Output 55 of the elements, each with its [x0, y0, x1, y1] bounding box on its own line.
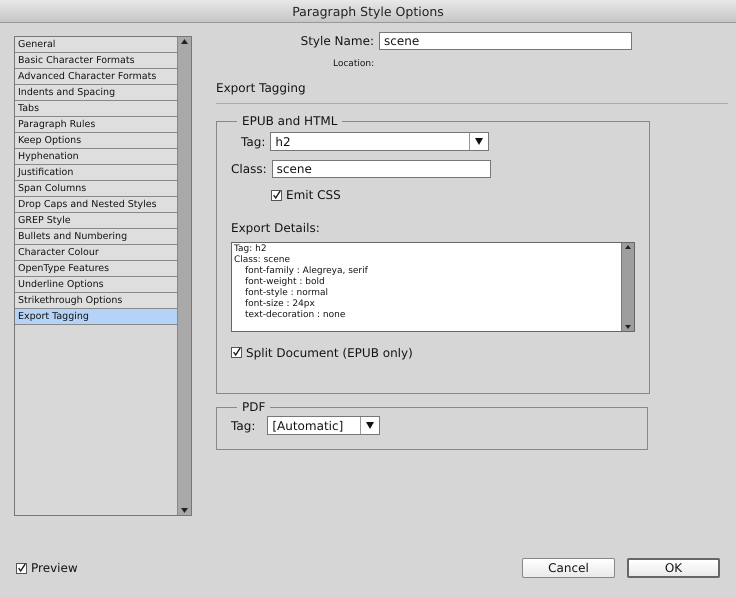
field-label: Style Name:	[300, 34, 374, 48]
sidebar-item[interactable]: Paragraph Rules	[15, 117, 177, 133]
details-line: font-family : Alegreya, serif	[244, 266, 369, 276]
tag-dropdown[interactable]: [Automatic]	[267, 416, 380, 435]
section-heading: Export Tagging	[216, 81, 728, 104]
scroll-down-icon[interactable]	[180, 506, 189, 515]
sidebar-item[interactable]: Bullets and Numbering	[15, 229, 177, 245]
sidebar-item[interactable]: GREP Style	[15, 213, 177, 229]
sidebar-item[interactable]: Strikethrough Options	[15, 293, 177, 309]
sidebar-item[interactable]: Justification	[15, 165, 177, 181]
checkbox[interactable]	[231, 347, 242, 358]
window-title: Paragraph Style Options	[292, 4, 444, 18]
checkbox[interactable]	[16, 562, 27, 574]
field-label: Tag:	[231, 418, 256, 432]
caret-icon	[366, 422, 374, 429]
sidebar-item[interactable]: Export Tagging	[15, 309, 177, 325]
scrollbar[interactable]	[621, 242, 634, 330]
group-title: PDF	[241, 400, 266, 414]
field-label: Class:	[231, 162, 267, 176]
details-line: Tag: h2	[234, 244, 268, 254]
sidebar-item[interactable]: OpenType Features	[15, 261, 177, 277]
checkbox-label: Emit CSS	[286, 188, 341, 202]
tag-dropdown[interactable]: h2	[270, 132, 490, 151]
sidebar-item[interactable]: Advanced Character Formats	[15, 69, 177, 85]
style-name-field[interactable]: scene	[379, 32, 632, 50]
cancel-button[interactable]: Cancel	[522, 558, 615, 578]
location-label: Location:	[333, 59, 374, 69]
ok-button[interactable]: OK	[627, 558, 720, 578]
details-line: Class: scene	[234, 254, 291, 266]
checkbox[interactable]	[271, 190, 282, 200]
sidebar-item[interactable]: Underline Options	[15, 277, 177, 293]
group-title: EPUB and HTML	[241, 114, 338, 128]
sidebar-item[interactable]: Drop Caps and Nested Styles	[15, 197, 177, 213]
details-line: text-decoration : none	[244, 310, 346, 320]
checkbox-label: Preview	[31, 561, 78, 575]
details-line: font-style : normal	[244, 288, 330, 298]
sidebar-item[interactable]: Hyphenation	[15, 149, 177, 165]
sidebar-item[interactable]: Indents and Spacing	[15, 85, 177, 101]
scroll-down-icon[interactable]	[624, 322, 632, 330]
scrollbar[interactable]	[178, 37, 191, 515]
scroll-up-icon[interactable]	[180, 37, 189, 46]
sidebar-item[interactable]: Character Colour	[15, 245, 177, 261]
details-label: Export Details:	[231, 220, 321, 234]
caret-icon	[475, 138, 484, 145]
details-line: font-weight : bold	[244, 276, 326, 288]
scroll-up-icon[interactable]	[624, 242, 632, 250]
sidebar-item[interactable]: Basic Character Formats	[15, 53, 177, 69]
class-field[interactable]: scene	[272, 160, 491, 178]
details-line: font-size : 24px	[244, 298, 316, 310]
field-label: Tag:	[241, 134, 266, 148]
sidebar-item[interactable]: General	[15, 37, 177, 53]
sidebar-item[interactable]: Tabs	[15, 101, 177, 117]
checkbox-label: Split Document (EPUB only)	[246, 346, 413, 360]
sidebar-item[interactable]: Keep Options	[15, 133, 177, 149]
sidebar-item[interactable]: Span Columns	[15, 181, 177, 197]
